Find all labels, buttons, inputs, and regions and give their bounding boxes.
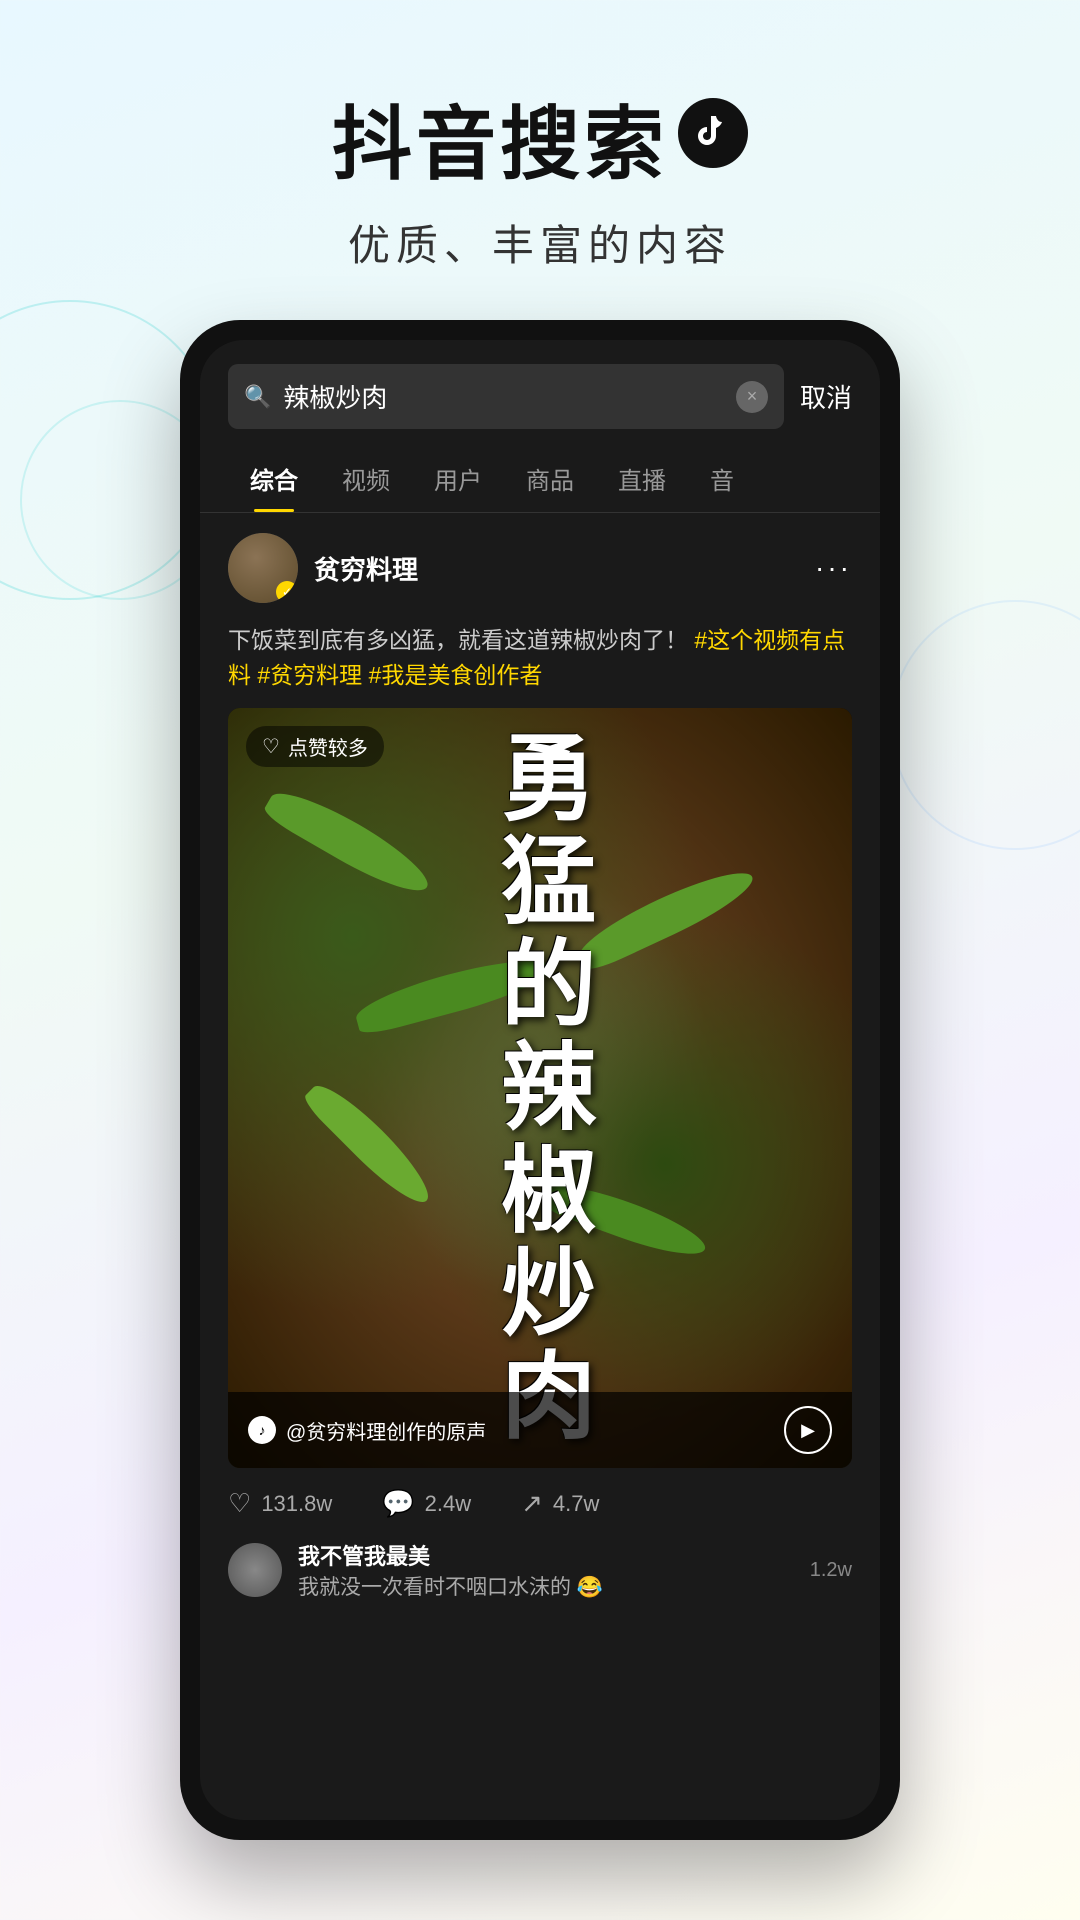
tab-视频[interactable]: 视频 bbox=[320, 445, 412, 512]
tabs-container: 综合 视频 用户 商品 直播 音 bbox=[200, 445, 880, 513]
comment-content: 我不管我最美 我就没一次看时不咽口水沫的 😂 bbox=[298, 1539, 603, 1601]
likes-stat[interactable]: ♡ 131.8w bbox=[228, 1488, 332, 1519]
comments-icon: 💬 bbox=[382, 1488, 414, 1519]
tiktok-small-icon: ♪ bbox=[248, 1416, 276, 1444]
post-header: ✓ 贫穷料理 ··· bbox=[200, 513, 880, 623]
comment-preview: 我不管我最美 我就没一次看时不咽口水沫的 😂 1.2w bbox=[200, 1539, 880, 1621]
video-thumbnail[interactable]: 勇猛的辣椒炒肉 ♡ 点赞较多 ♪ @贫穷料理创作的原声 ▶ bbox=[228, 708, 852, 1468]
search-cancel-button[interactable]: 取消 bbox=[800, 378, 852, 415]
post-username[interactable]: 贫穷料理 bbox=[314, 550, 799, 587]
stats-bar: ♡ 131.8w 💬 2.4w ↗ 4.7w bbox=[200, 1468, 880, 1539]
video-text-overlay: 勇猛的辣椒炒肉 bbox=[228, 708, 852, 1468]
search-results: ✓ 贫穷料理 ··· 下饭菜到底有多凶猛，就看这道辣椒炒肉了！ #这个视频有点料… bbox=[200, 513, 880, 1621]
more-options-icon[interactable]: ··· bbox=[815, 552, 852, 584]
audio-text: @贫穷料理创作的原声 bbox=[286, 1416, 486, 1445]
avatar: ✓ bbox=[228, 533, 298, 603]
like-badge-text: 点赞较多 bbox=[288, 732, 368, 761]
bg-decoration-3 bbox=[890, 600, 1080, 850]
clear-icon: × bbox=[747, 386, 758, 407]
app-title: 抖音搜索 bbox=[0, 80, 1080, 196]
phone-mockup: 🔍 辣椒炒肉 × 取消 综合 视频 用户 商品 直播 bbox=[180, 320, 900, 1840]
post-body-text: 下饭菜到底有多凶猛，就看这道辣椒炒肉了！ bbox=[228, 627, 688, 653]
audio-info: ♪ @贫穷料理创作的原声 bbox=[248, 1416, 486, 1445]
video-overlay-text: 勇猛的辣椒炒肉 bbox=[488, 728, 593, 1449]
verified-badge: ✓ bbox=[276, 581, 298, 603]
comment-likes-count: 1.2w bbox=[810, 1559, 852, 1582]
tab-用户[interactable]: 用户 bbox=[412, 445, 504, 512]
heart-icon: ♡ bbox=[262, 734, 280, 759]
commenter-name: 我不管我最美 bbox=[298, 1539, 603, 1571]
tiktok-logo-icon bbox=[678, 98, 748, 168]
like-badge: ♡ 点赞较多 bbox=[246, 726, 384, 767]
search-icon: 🔍 bbox=[244, 384, 271, 410]
comment-text: 我就没一次看时不咽口水沫的 😂 bbox=[298, 1571, 603, 1601]
header: 抖音搜索 优质、丰富的内容 bbox=[0, 0, 1080, 313]
title-text: 抖音搜索 bbox=[332, 80, 668, 196]
audio-bar: ♪ @贫穷料理创作的原声 ▶ bbox=[228, 1392, 852, 1468]
shares-icon: ↗ bbox=[521, 1488, 543, 1519]
search-input-container[interactable]: 🔍 辣椒炒肉 × bbox=[228, 364, 784, 429]
tab-商品[interactable]: 商品 bbox=[504, 445, 596, 512]
post-body: 下饭菜到底有多凶猛，就看这道辣椒炒肉了！ #这个视频有点料 #贫穷料理 #我是美… bbox=[200, 623, 880, 708]
comments-count: 2.4w bbox=[425, 1491, 471, 1517]
search-clear-button[interactable]: × bbox=[736, 381, 768, 413]
shares-count: 4.7w bbox=[553, 1491, 599, 1517]
tab-音[interactable]: 音 bbox=[688, 445, 756, 512]
tab-综合[interactable]: 综合 bbox=[228, 445, 320, 512]
phone-screen: 🔍 辣椒炒肉 × 取消 综合 视频 用户 商品 直播 bbox=[200, 340, 880, 1820]
app-subtitle: 优质、丰富的内容 bbox=[0, 212, 1080, 273]
likes-icon: ♡ bbox=[228, 1488, 251, 1519]
comments-stat[interactable]: 💬 2.4w bbox=[382, 1488, 471, 1519]
shares-stat[interactable]: ↗ 4.7w bbox=[521, 1488, 599, 1519]
tab-直播[interactable]: 直播 bbox=[596, 445, 688, 512]
play-button[interactable]: ▶ bbox=[784, 1406, 832, 1454]
commenter-avatar bbox=[228, 1543, 282, 1597]
search-bar: 🔍 辣椒炒肉 × 取消 bbox=[200, 340, 880, 445]
likes-count: 131.8w bbox=[261, 1491, 332, 1517]
search-query: 辣椒炒肉 bbox=[283, 378, 724, 415]
